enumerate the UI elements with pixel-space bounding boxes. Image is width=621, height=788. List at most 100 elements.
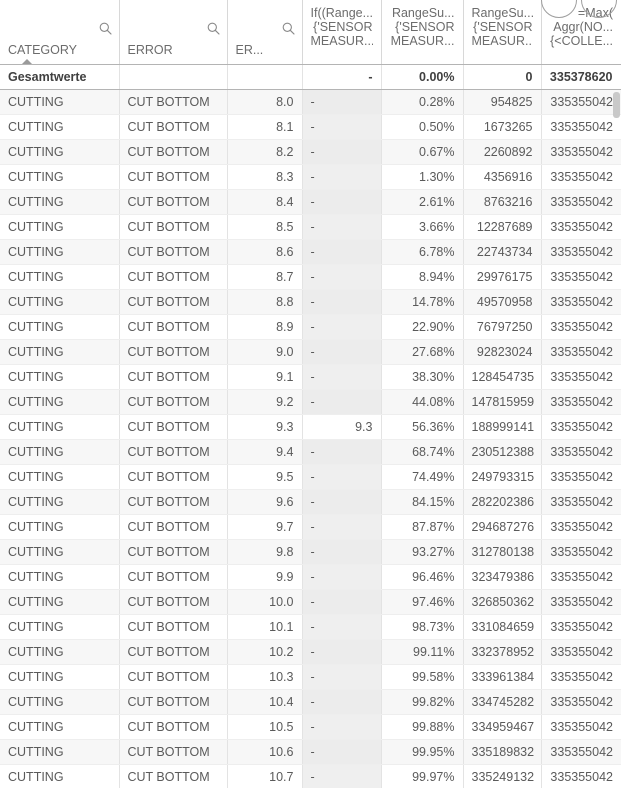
cell-rs-pct[interactable]: 68.74% [381, 439, 464, 465]
cell-rs-pct[interactable]: 56.36% [381, 414, 464, 440]
cell-ervalue[interactable]: 8.2 [227, 139, 303, 165]
cell-rs-sum[interactable]: 76797250 [463, 314, 542, 340]
cell-max-aggr[interactable]: 335355042 [541, 664, 621, 690]
cell-rs-sum[interactable]: 294687276 [463, 514, 542, 540]
cell-max-aggr[interactable]: 335355042 [541, 764, 621, 788]
cell-ervalue[interactable]: 9.5 [227, 464, 303, 490]
cell-category[interactable]: CUTTING [0, 389, 120, 415]
cell-max-aggr[interactable]: 335355042 [541, 414, 621, 440]
cell-category[interactable]: CUTTING [0, 589, 120, 615]
cell-error[interactable]: CUT BOTTOM [119, 539, 228, 565]
cell-rs-pct[interactable]: 87.87% [381, 514, 464, 540]
table-row[interactable]: CUTTING CUT BOTTOM 9.1-38.30% 128454735 3353… [0, 364, 621, 390]
cell-ervalue[interactable]: 8.3 [227, 164, 303, 190]
column-header-max-aggr[interactable]: =Max( Aggr(NO... {<COLLE... [541, 0, 621, 65]
cell-max-aggr[interactable]: 335355042 [541, 239, 621, 265]
cell-max-aggr[interactable]: 335355042 [541, 189, 621, 215]
cell-ervalue[interactable]: 9.1 [227, 364, 303, 390]
cell-rs-pct[interactable]: 27.68% [381, 339, 464, 365]
cell-max-aggr[interactable]: 335355042 [541, 614, 621, 640]
cell-if-range[interactable]: - [302, 289, 382, 315]
cell-max-aggr[interactable]: 335355042 [541, 364, 621, 390]
column-header-if-range[interactable]: If((Range... {'SENSOR MEASUR... [302, 0, 382, 65]
column-header-category[interactable]: CATEGORY [0, 0, 120, 65]
cell-ervalue[interactable]: 8.9 [227, 314, 303, 340]
cell-rs-sum[interactable]: 335249132 [463, 764, 542, 788]
cell-rs-sum[interactable]: 249793315 [463, 464, 542, 490]
cell-if-range[interactable]: - [302, 664, 382, 690]
cell-rs-pct[interactable]: 74.49% [381, 464, 464, 490]
cell-rs-pct[interactable]: 99.58% [381, 664, 464, 690]
cell-rs-sum[interactable]: 128454735 [463, 364, 542, 390]
cell-if-range[interactable]: - [302, 689, 382, 715]
cell-category[interactable]: CUTTING [0, 289, 120, 315]
table-row[interactable]: CUTTING CUT BOTTOM 9.0-27.68% 92823024 33535… [0, 339, 621, 365]
column-header-rangesum-pct[interactable]: RangeSu... {'SENSOR MEASUR... [381, 0, 464, 65]
cell-if-range[interactable]: - [302, 464, 382, 490]
cell-rs-pct[interactable]: 99.82% [381, 689, 464, 715]
cell-rs-pct[interactable]: 96.46% [381, 564, 464, 590]
table-row[interactable]: CUTTING CUT BOTTOM 10.3-99.58% 333961384 335… [0, 664, 621, 690]
cell-max-aggr[interactable]: 335355042 [541, 439, 621, 465]
cell-error[interactable]: CUT BOTTOM [119, 714, 228, 740]
cell-rs-sum[interactable]: 332378952 [463, 639, 542, 665]
cell-rs-sum[interactable]: 326850362 [463, 589, 542, 615]
cell-category[interactable]: CUTTING [0, 764, 120, 788]
cell-if-range[interactable]: - [302, 239, 382, 265]
cell-ervalue[interactable]: 8.1 [227, 114, 303, 140]
table-row[interactable]: CUTTING CUT BOTTOM 8.7-8.94% 29976175 335355… [0, 264, 621, 290]
cell-rs-sum[interactable]: 188999141 [463, 414, 542, 440]
vertical-scrollbar[interactable] [612, 65, 621, 788]
cell-ervalue[interactable]: 8.4 [227, 189, 303, 215]
cell-rs-pct[interactable]: 97.46% [381, 589, 464, 615]
cell-if-range[interactable]: - [302, 314, 382, 340]
search-icon[interactable] [282, 22, 295, 35]
cell-if-range[interactable]: - [302, 114, 382, 140]
table-row[interactable]: CUTTING CUT BOTTOM 8.3-1.30% 4356916 3353550… [0, 164, 621, 190]
table-row[interactable]: CUTTING CUT BOTTOM 8.2-0.67% 2260892 3353550… [0, 139, 621, 165]
cell-category[interactable]: CUTTING [0, 364, 120, 390]
cell-rs-sum[interactable]: 334745282 [463, 689, 542, 715]
cell-if-range[interactable]: - [302, 589, 382, 615]
cell-max-aggr[interactable]: 335355042 [541, 564, 621, 590]
cell-max-aggr[interactable]: 335355042 [541, 339, 621, 365]
cell-category[interactable]: CUTTING [0, 439, 120, 465]
cell-category[interactable]: CUTTING [0, 314, 120, 340]
cell-category[interactable]: CUTTING [0, 514, 120, 540]
cell-if-range[interactable]: - [302, 514, 382, 540]
cell-rs-pct[interactable]: 14.78% [381, 289, 464, 315]
cell-if-range[interactable]: - [302, 439, 382, 465]
cell-max-aggr[interactable]: 335355042 [541, 464, 621, 490]
table-row[interactable]: CUTTING CUT BOTTOM 10.1-98.73% 331084659 335… [0, 614, 621, 640]
cell-error[interactable]: CUT BOTTOM [119, 764, 228, 788]
totals-row[interactable]: Gesamtwerte -0.00% 0 335378620 [0, 64, 621, 90]
cell-ervalue[interactable]: 10.2 [227, 639, 303, 665]
cell-error[interactable]: CUT BOTTOM [119, 414, 228, 440]
cell-rs-sum[interactable]: 331084659 [463, 614, 542, 640]
cell-category[interactable]: CUTTING [0, 239, 120, 265]
table-row[interactable]: CUTTING CUT BOTTOM 10.4-99.82% 334745282 335… [0, 689, 621, 715]
cell-category[interactable]: CUTTING [0, 164, 120, 190]
cell-rs-pct[interactable]: 0.67% [381, 139, 464, 165]
cell-max-aggr[interactable]: 335355042 [541, 589, 621, 615]
cell-ervalue[interactable]: 9.9 [227, 564, 303, 590]
cell-error[interactable]: CUT BOTTOM [119, 739, 228, 765]
column-header-error[interactable]: ERROR [119, 0, 228, 65]
cell-category[interactable]: CUTTING [0, 114, 120, 140]
cell-ervalue[interactable]: 9.3 [227, 414, 303, 440]
cell-max-aggr[interactable]: 335355042 [541, 514, 621, 540]
cell-rs-pct[interactable]: 99.11% [381, 639, 464, 665]
cell-category[interactable]: CUTTING [0, 464, 120, 490]
cell-rs-pct[interactable]: 1.30% [381, 164, 464, 190]
table-row[interactable]: CUTTING CUT BOTTOM 10.6-99.95% 335189832 335… [0, 739, 621, 765]
cell-error[interactable]: CUT BOTTOM [119, 364, 228, 390]
cell-category[interactable]: CUTTING [0, 189, 120, 215]
cell-ervalue[interactable]: 9.0 [227, 339, 303, 365]
cell-rs-sum[interactable]: 335189832 [463, 739, 542, 765]
cell-max-aggr[interactable]: 335355042 [541, 489, 621, 515]
cell-if-range[interactable]: - [302, 614, 382, 640]
table-row[interactable]: CUTTING CUT BOTTOM 9.8-93.27% 312780138 3353… [0, 539, 621, 565]
cell-category[interactable]: CUTTING [0, 714, 120, 740]
cell-max-aggr[interactable]: 335355042 [541, 539, 621, 565]
cell-rs-sum[interactable]: 2260892 [463, 139, 542, 165]
